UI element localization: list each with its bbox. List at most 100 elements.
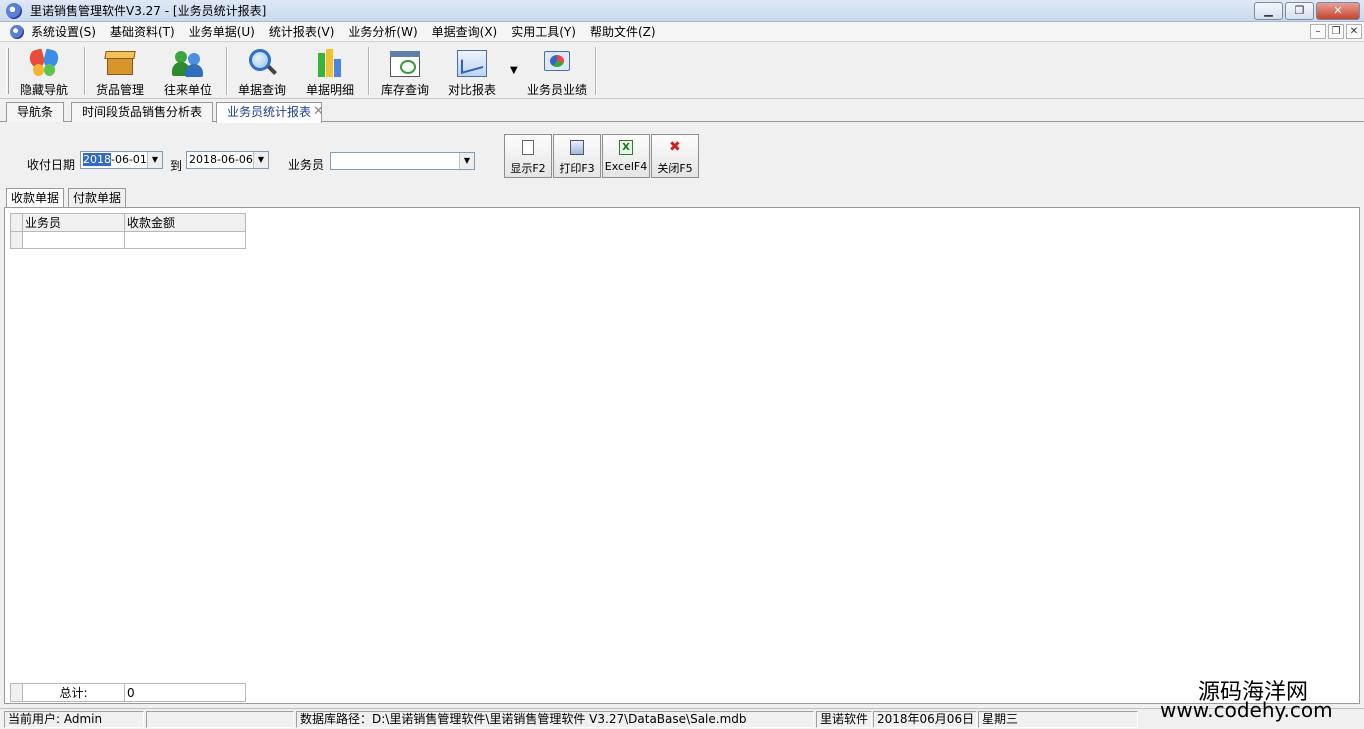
- excel-label: ExcelF4: [604, 160, 648, 173]
- toolbar-separator: [226, 47, 228, 95]
- print-button[interactable]: 打印F3: [553, 134, 601, 178]
- magnifier-icon: [245, 47, 279, 79]
- status-weekday: 星期三: [978, 711, 1138, 728]
- chevron-down-icon[interactable]: ▼: [510, 65, 518, 76]
- status-date: 2018年06月06日: [873, 711, 977, 728]
- document-tab-strip: 导航条 时间段货品销售分析表 业务员统计报表: [0, 100, 1364, 123]
- tab-navigation[interactable]: 导航条: [6, 102, 65, 122]
- close-icon: ✖: [669, 139, 681, 155]
- show-button[interactable]: 显示F2: [504, 134, 552, 178]
- window-controls: ▁ ❐ ✕: [1252, 2, 1360, 20]
- mdi-close-button[interactable]: ✕: [1346, 24, 1362, 39]
- row-indicator[interactable]: [10, 231, 23, 249]
- doc-query-label: 单据查询: [238, 83, 287, 97]
- toolbar-separator: [368, 47, 370, 95]
- tab-salesman-report[interactable]: 业务员统计报表: [216, 102, 323, 123]
- cell-salesman[interactable]: [22, 231, 125, 249]
- chevron-down-icon[interactable]: ▼: [147, 152, 162, 168]
- salesman-performance-button[interactable]: 业务员业绩: [527, 46, 587, 98]
- mdi-minimize-button[interactable]: –: [1310, 24, 1326, 39]
- menu-business-analysis[interactable]: 业务分析(W): [341, 22, 424, 42]
- date-from-year: 2018: [83, 153, 111, 166]
- close-button[interactable]: ✕: [1316, 2, 1360, 20]
- print-label: 打印F3: [559, 162, 595, 175]
- row-indicator: [10, 683, 23, 702]
- date-range-label: 收付日期: [27, 158, 76, 172]
- excel-icon: X: [618, 140, 634, 156]
- people-icon: [171, 47, 205, 79]
- menu-stat-reports[interactable]: 统计报表(V): [262, 22, 342, 42]
- butterfly-icon: [27, 47, 61, 79]
- chevron-down-icon[interactable]: ▼: [253, 152, 268, 168]
- hide-nav-button[interactable]: 隐藏导航: [20, 46, 68, 98]
- menu-help[interactable]: 帮助文件(Z): [583, 22, 663, 42]
- hide-nav-label: 隐藏导航: [20, 83, 69, 97]
- column-header-salesman[interactable]: 业务员: [22, 213, 125, 232]
- menu-business-docs[interactable]: 业务单据(U): [182, 22, 262, 42]
- contacts-button[interactable]: 往来单位: [164, 46, 212, 98]
- show-label: 显示F2: [510, 162, 546, 175]
- date-from-rest: -06-01: [111, 153, 147, 166]
- compare-report-button[interactable]: 对比报表: [448, 46, 496, 98]
- main-toolbar: 隐藏导航 货品管理 往来单位 单据查询 单据明细 库存查询 对比报表 ▼ 业务员…: [0, 43, 1364, 99]
- mdi-restore-button[interactable]: ❐: [1328, 24, 1344, 39]
- tab-period-goods-sales[interactable]: 时间段货品销售分析表: [71, 102, 214, 122]
- cell-amount[interactable]: [124, 231, 246, 249]
- performance-icon: [540, 47, 574, 79]
- row-indicator[interactable]: [10, 213, 23, 232]
- grid-header-row: 业务员 收款金额: [10, 213, 246, 232]
- inner-tab-strip: 收款单据 付款单据: [4, 186, 1364, 209]
- date-from-picker[interactable]: 2018-06-01 ▼: [80, 151, 163, 169]
- toolbar-grip[interactable]: [6, 48, 9, 94]
- stock-query-button[interactable]: 库存查询: [381, 46, 429, 98]
- status-user: 当前用户: Admin: [4, 711, 144, 728]
- title-bar: 里诺销售管理软件V3.27 - [业务员统计报表] ▁ ❐ ✕: [0, 0, 1364, 22]
- date-to-value: 2018-06-06: [189, 153, 253, 166]
- minimize-button[interactable]: ▁: [1254, 2, 1283, 20]
- doc-detail-label: 单据明细: [306, 83, 355, 97]
- status-db-path: 数据库路径：D:\里诺销售管理软件\里诺销售管理软件 V3.27\DataBas…: [296, 711, 814, 728]
- compare-report-label: 对比报表: [448, 83, 497, 97]
- document-icon: [520, 140, 536, 156]
- salesman-label: 业务员: [288, 158, 325, 172]
- data-grid: 业务员 收款金额: [10, 213, 246, 249]
- restore-button[interactable]: ❐: [1285, 2, 1314, 20]
- menu-doc-query[interactable]: 单据查询(X): [425, 22, 505, 42]
- toolbar-separator: [84, 47, 86, 95]
- contacts-label: 往来单位: [164, 83, 213, 97]
- column-header-amount[interactable]: 收款金额: [124, 213, 246, 232]
- stock-query-label: 库存查询: [381, 83, 430, 97]
- mdi-app-icon[interactable]: [10, 24, 24, 39]
- mdi-controls: – ❐ ✕: [1308, 24, 1362, 39]
- compare-chart-icon: [455, 47, 489, 79]
- table-row[interactable]: [10, 231, 246, 249]
- app-icon[interactable]: [6, 2, 22, 19]
- menu-system-settings[interactable]: 系统设置(S): [24, 22, 103, 42]
- date-to-picker[interactable]: 2018-06-06 ▼: [186, 151, 269, 169]
- total-value: 0: [124, 683, 246, 702]
- tab-payments[interactable]: 付款单据: [68, 188, 127, 208]
- print-preview-icon: [569, 140, 585, 156]
- total-row: 总计: 0: [10, 683, 246, 702]
- close-report-button[interactable]: ✖ 关闭F5: [651, 134, 699, 178]
- toolbar-separator: [595, 47, 597, 95]
- tab-receipts[interactable]: 收款单据: [6, 188, 65, 209]
- menu-basic-data[interactable]: 基础资料(T): [103, 22, 182, 42]
- salesman-select[interactable]: ▼: [330, 152, 475, 170]
- doc-query-button[interactable]: 单据查询: [238, 46, 286, 98]
- total-label: 总计:: [22, 683, 125, 702]
- window-title: 里诺销售管理软件V3.27 - [业务员统计报表]: [30, 4, 267, 18]
- stock-icon: [388, 47, 422, 79]
- grid-panel: 业务员 收款金额 总计: 0: [4, 207, 1360, 704]
- close-report-label: 关闭F5: [657, 162, 693, 175]
- goods-management-label: 货品管理: [96, 83, 145, 97]
- doc-detail-button[interactable]: 单据明细: [306, 46, 354, 98]
- box-icon: [103, 47, 137, 79]
- close-icon[interactable]: ✕: [313, 104, 324, 119]
- chevron-down-icon[interactable]: ▼: [459, 153, 474, 169]
- menu-tools[interactable]: 实用工具(Y): [504, 22, 583, 42]
- excel-button[interactable]: X ExcelF4: [602, 134, 650, 178]
- to-label: 到: [170, 159, 183, 173]
- goods-management-button[interactable]: 货品管理: [96, 46, 144, 98]
- watermark-url: www.codehy.com: [1160, 698, 1333, 722]
